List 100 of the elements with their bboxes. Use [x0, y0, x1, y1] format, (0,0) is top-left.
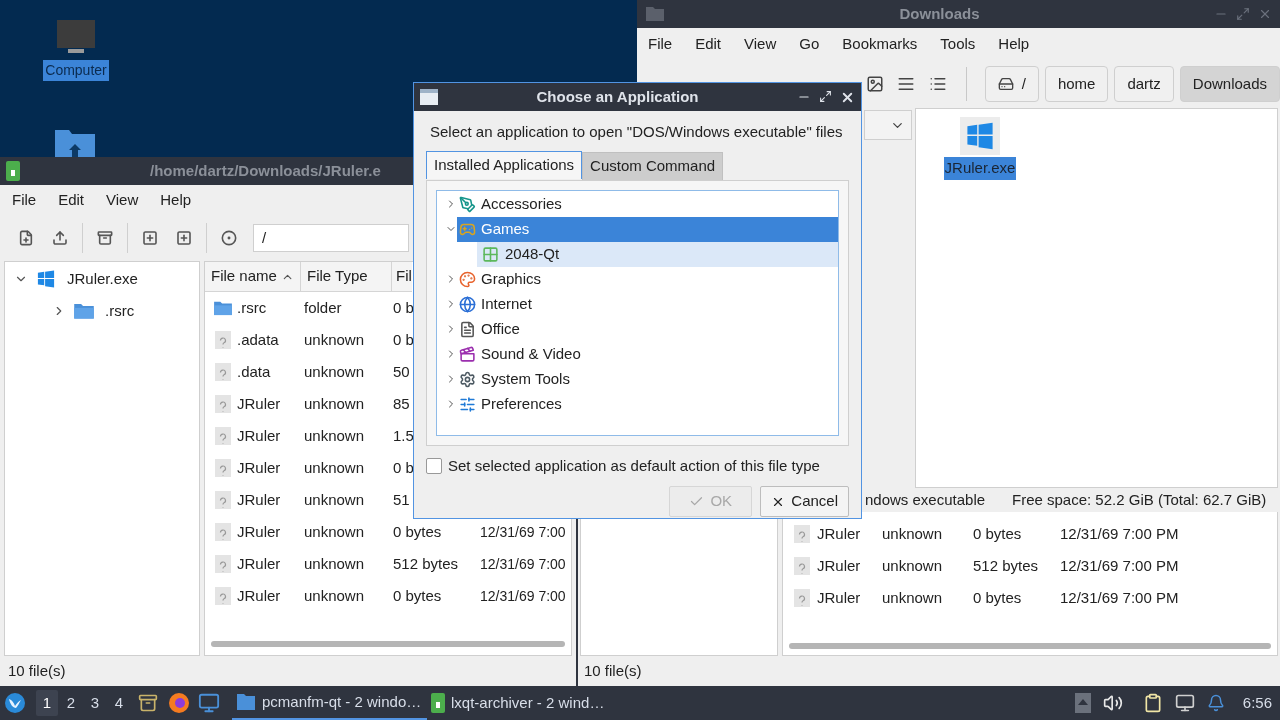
category-item[interactable]: Internet [457, 291, 838, 317]
table-cell-text: 0 bytes [973, 587, 1023, 608]
unknown-file-icon [794, 525, 810, 543]
file-label[interactable]: JRuler.exe [943, 157, 1017, 180]
category-item[interactable]: Games [457, 216, 838, 242]
path-button[interactable]: dartz [1114, 66, 1174, 102]
category-item[interactable]: Preferences [457, 391, 838, 417]
clock[interactable]: 6:56 [1242, 691, 1272, 715]
column-header[interactable]: File Type [301, 262, 392, 292]
home-folder-icon[interactable] [54, 128, 96, 157]
menu-item[interactable]: Help [160, 188, 192, 212]
table-cell-text: unknown [882, 523, 944, 544]
scrollbar[interactable] [211, 641, 565, 647]
table-cell: folder [304, 298, 342, 316]
workspace-button[interactable]: 3 [84, 690, 106, 716]
browser-icon[interactable] [168, 692, 190, 714]
menu-item[interactable]: File [12, 188, 37, 212]
drive-icon [997, 76, 1014, 92]
folder-icon [213, 300, 233, 316]
menu-item[interactable]: Edit [695, 32, 722, 56]
column-header[interactable]: File name [205, 262, 301, 292]
volume-icon[interactable] [1102, 693, 1123, 713]
workspace-button[interactable]: 2 [60, 690, 82, 716]
cancel-button[interactable]: Cancel [760, 486, 849, 517]
status-text: 10 file(s) [584, 660, 642, 681]
unknown-file-icon [215, 459, 231, 477]
unknown-file-icon [215, 555, 231, 573]
category-item[interactable]: Office [457, 316, 838, 342]
file-cabinet-icon[interactable] [138, 693, 158, 713]
application-item[interactable]: 2048-Qt [477, 241, 838, 267]
table-cell-text: 12/31/69 7:00 PM [1060, 555, 1179, 576]
folder-icon [73, 302, 95, 320]
scrollbar[interactable] [789, 643, 1271, 649]
table-cell: unknown [304, 522, 365, 540]
menu-item[interactable]: View [106, 188, 139, 212]
status-text: Free space: 52.2 GiB (Total: 62.7 GiB) [1012, 489, 1267, 510]
table-cell-text: unknown [882, 555, 944, 576]
unknown-file-icon [215, 331, 231, 349]
windows-logo-icon [37, 270, 55, 288]
category-item[interactable]: System Tools [457, 366, 838, 392]
category-item[interactable]: Accessories [457, 191, 838, 217]
windows-logo-icon [966, 122, 994, 150]
status-text: 10 file(s) [8, 660, 66, 681]
table-cell: unknown [304, 394, 365, 412]
notification-icon[interactable] [1206, 694, 1225, 712]
prompt-text: Select an application to open "DOS/Windows executable" files [429, 122, 844, 142]
table-cell: 51 [393, 490, 410, 508]
tree-item[interactable]: .rsrc [101, 299, 135, 323]
unknown-file-icon [215, 491, 231, 509]
unknown-file-icon [215, 363, 231, 381]
column-header[interactable]: Fil [392, 262, 412, 292]
eject-icon[interactable] [1074, 693, 1091, 713]
table-cell-text: JRuler [817, 523, 862, 544]
square-plus-icon [142, 230, 158, 246]
document-icon [459, 320, 476, 338]
bird-logo-icon[interactable] [4, 692, 26, 714]
palette-icon [459, 270, 476, 288]
menu-item[interactable]: Tools [940, 32, 976, 56]
table-cell: unknown [304, 330, 365, 348]
category-item[interactable]: Sound & Video [457, 341, 838, 367]
menu-item[interactable]: Go [799, 32, 820, 56]
table-cell: unknown [304, 554, 365, 572]
tree-item[interactable]: JRuler.exe [63, 267, 138, 291]
monitor-icon[interactable] [55, 18, 97, 56]
table-cell: 0 b [393, 330, 414, 348]
category-item[interactable]: Graphics [457, 266, 838, 292]
tab[interactable]: Installed Applications [426, 150, 583, 179]
table-cell-text: 0 bytes [973, 523, 1023, 544]
upload-icon [52, 230, 68, 246]
icon-label[interactable]: Computer [43, 60, 109, 81]
path-button[interactable]: home [1044, 66, 1109, 102]
table-cell-text: JRuler [817, 587, 862, 608]
maximize-icon[interactable] [819, 89, 832, 103]
workspace-button[interactable]: 1 [36, 690, 58, 716]
table-cell: JRuler [237, 458, 281, 476]
checkbox[interactable] [426, 457, 442, 474]
menu-item[interactable]: Help [998, 32, 1030, 56]
folder-icon [645, 6, 665, 22]
table-cell: unknown [304, 586, 365, 604]
table-cell: .rsrc [237, 298, 267, 316]
pen-icon [459, 195, 476, 213]
path-field[interactable]: / [253, 224, 409, 252]
menu-item[interactable]: File [648, 32, 673, 56]
path-button[interactable]: / [984, 66, 1039, 102]
file-thumbnail[interactable] [960, 117, 1000, 155]
tab[interactable]: Custom Command [582, 151, 724, 180]
archive-icon [6, 161, 20, 181]
path-button[interactable]: Downloads [1179, 66, 1280, 102]
checkbox-label[interactable]: Set selected application as default action of this file type [448, 454, 820, 477]
unknown-file-icon [794, 589, 810, 607]
menu-item[interactable]: Bookmarks [842, 32, 918, 56]
workspace-button[interactable]: 4 [108, 690, 130, 716]
table-cell: 512 bytes [393, 554, 459, 572]
table-cell-text: 12/31/69 7:00 [480, 586, 566, 606]
task-button[interactable]: pcmanfm-qt - 2 windo… [232, 686, 427, 720]
menu-item[interactable]: Edit [58, 188, 85, 212]
task-button[interactable]: lxqt-archiver - 2 wind… [427, 686, 622, 720]
menu-item[interactable]: View [744, 32, 777, 56]
unknown-file-icon [794, 557, 810, 575]
sliders-icon [459, 395, 476, 413]
